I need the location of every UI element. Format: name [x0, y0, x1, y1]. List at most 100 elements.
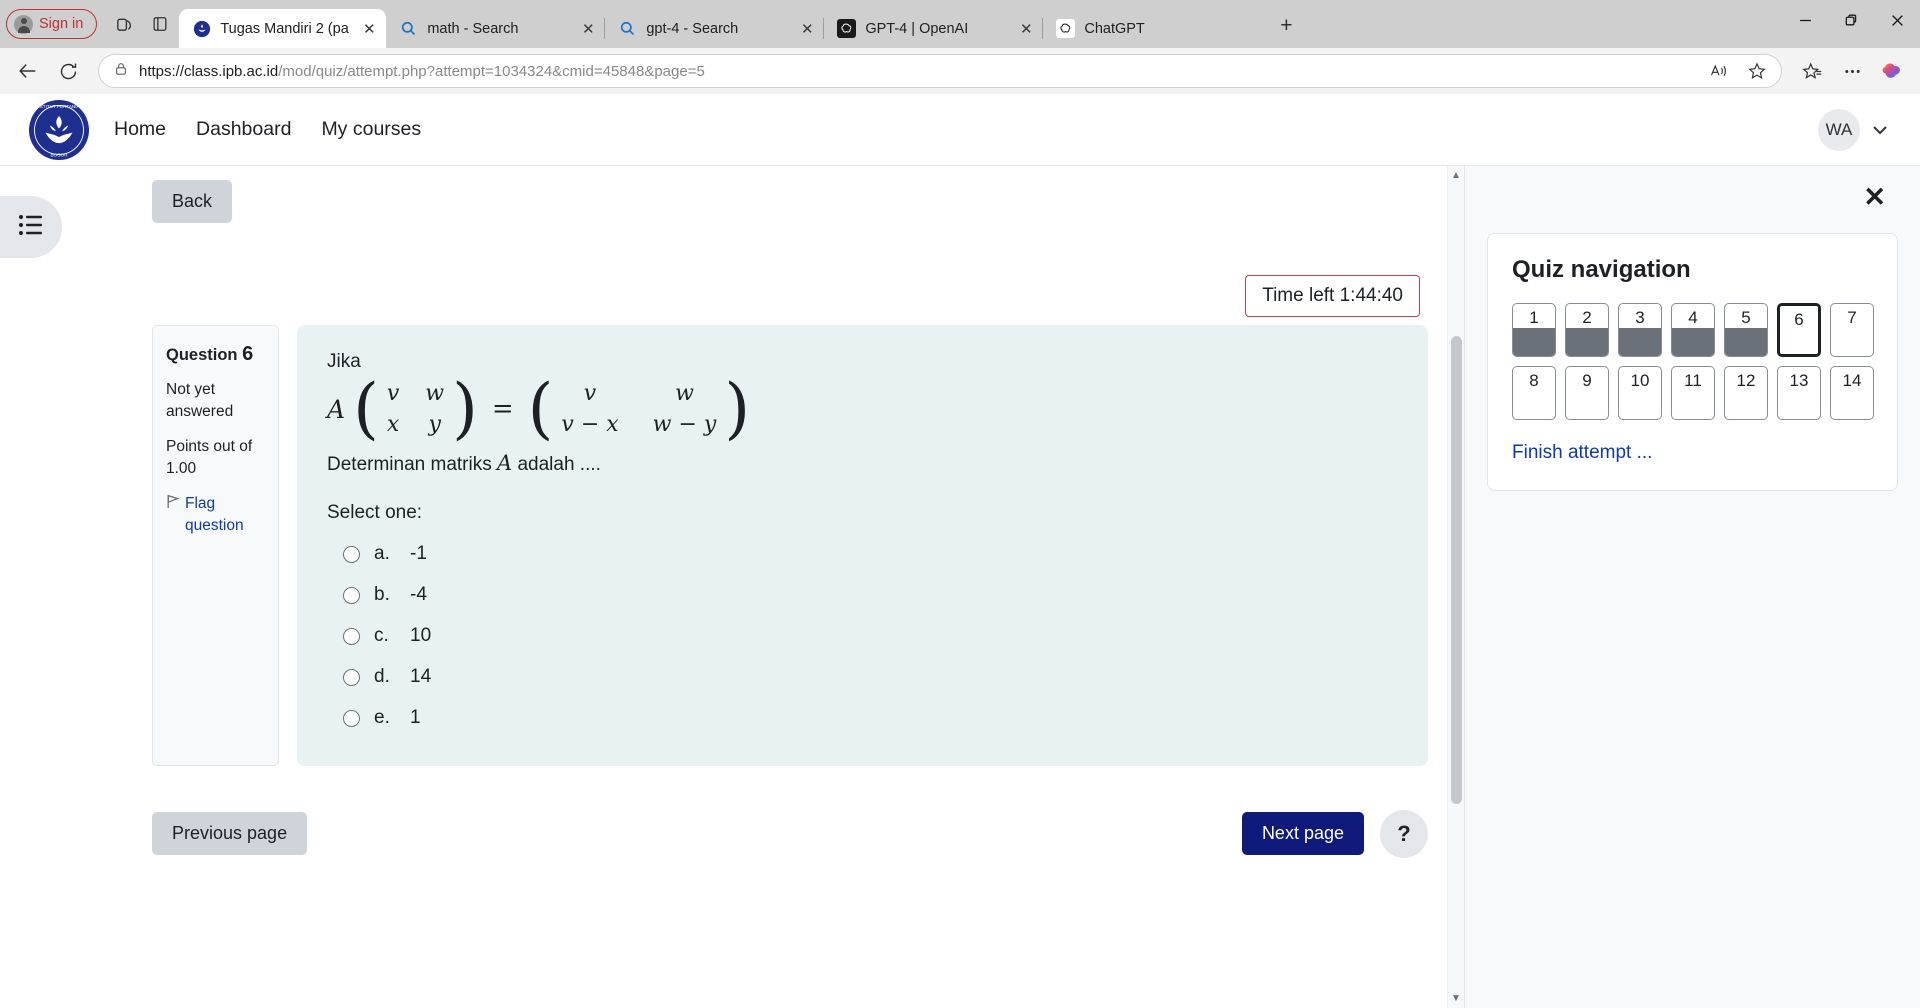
matrix-left-r1c1: y [428, 412, 441, 437]
svg-text:BOGOR: BOGOR [50, 152, 68, 157]
quiz-nav-q9-label: 9 [1582, 371, 1592, 390]
tab-close-1[interactable]: ✕ [577, 18, 599, 40]
new-tab-button[interactable]: + [1270, 10, 1302, 42]
tab-4[interactable]: ChatGPT [1043, 9, 1262, 48]
answer-option-a[interactable]: a. -1 [327, 538, 1398, 570]
answer-options: a. -1 b. -4 c. 10 d. 14 e. 1 [327, 538, 1398, 734]
answer-option-e[interactable]: e. 1 [327, 702, 1398, 734]
quiz-nav-q14-label: 14 [1842, 371, 1862, 390]
tail-variable: A [497, 451, 513, 475]
profile-icon [14, 14, 33, 34]
restore-button[interactable] [1828, 0, 1874, 40]
tab-3[interactable]: GPT-4 | OpenAI ✕ [824, 9, 1044, 48]
tab-2[interactable]: gpt-4 - Search ✕ [605, 9, 825, 48]
tab-1[interactable]: math - Search ✕ [386, 9, 606, 48]
reload-icon[interactable] [50, 54, 86, 88]
tab-close-2[interactable]: ✕ [796, 18, 818, 40]
avatar[interactable]: WA [1818, 108, 1860, 151]
radio-c[interactable] [343, 627, 360, 645]
tab-title-2: gpt-4 - Search [646, 20, 739, 37]
next-page-button[interactable]: Next page [1241, 811, 1364, 855]
ipb-logo-icon: INSTITUT PERTANIAN BOGOR [28, 99, 90, 161]
quiz-nav-q4[interactable]: 4 [1671, 303, 1715, 357]
quiz-nav-q8[interactable]: 8 [1512, 366, 1556, 420]
quiz-nav-q3[interactable]: 3 [1618, 303, 1662, 357]
nav-my-courses[interactable]: My courses [319, 114, 423, 145]
back-navigation-icon[interactable] [10, 54, 46, 88]
radio-b[interactable] [343, 586, 360, 604]
quiz-nav-q14[interactable]: 14 [1830, 366, 1874, 420]
close-window-button[interactable] [1874, 0, 1920, 40]
vertical-tabs-icon[interactable] [143, 7, 177, 41]
minimize-button[interactable] [1782, 0, 1828, 40]
nav-dashboard[interactable]: Dashboard [194, 114, 293, 145]
quiz-attempt-area: Back Time left 1:44:40 Question 6 Not ye… [0, 166, 1464, 766]
previous-page-button[interactable]: Previous page [152, 811, 308, 855]
question-number-grid: 1 2 3 4 5 6 7 8 9 10 11 12 13 14 [1512, 303, 1874, 420]
copilot-icon[interactable] [1874, 54, 1910, 88]
answer-letter-c: c. [374, 625, 389, 646]
help-button[interactable]: ? [1380, 810, 1428, 858]
question-number-value: 6 [242, 343, 254, 365]
finish-attempt-link[interactable]: Finish attempt ... [1512, 442, 1652, 464]
tab-close-0[interactable]: ✕ [358, 18, 380, 40]
collections-icon[interactable] [1794, 54, 1830, 88]
tab-title-3: GPT-4 | OpenAI [865, 20, 969, 37]
chevron-down-icon[interactable] [1868, 118, 1892, 142]
bing-search-icon [618, 19, 637, 38]
radio-d[interactable] [343, 668, 360, 686]
favorite-star-icon[interactable] [1739, 54, 1775, 88]
read-aloud-icon[interactable] [1701, 54, 1737, 88]
content-scrollbar[interactable]: ▲ ▼ [1447, 166, 1464, 1008]
quiz-nav-q7[interactable]: 7 [1830, 303, 1874, 357]
question-info-panel: Question 6 Not yet answered Points out o… [152, 325, 279, 766]
tab-close-3[interactable]: ✕ [1015, 18, 1037, 40]
scrollbar-thumb[interactable] [1451, 336, 1462, 804]
tab-0[interactable]: Tugas Mandiri 2 (page ✕ [179, 9, 387, 48]
lock-icon [113, 61, 129, 82]
quiz-nav-q6[interactable]: 6 [1777, 303, 1821, 357]
quiz-nav-q1[interactable]: 1 [1512, 303, 1556, 357]
address-bar[interactable]: https://class.ipb.ac.id/mod/quiz/attempt… [98, 54, 1782, 88]
quiz-nav-q10[interactable]: 10 [1618, 366, 1662, 420]
answer-letter-e: e. [374, 707, 390, 728]
quiz-nav-q7-label: 7 [1847, 308, 1857, 327]
quiz-nav-q11[interactable]: 11 [1671, 366, 1715, 420]
radio-a[interactable] [343, 545, 360, 563]
answer-text-b: -4 [410, 584, 427, 605]
header-user-area: WA [1818, 108, 1892, 151]
sign-in-button[interactable]: Sign in [6, 9, 98, 39]
tail-prefix: Determinan matriks [327, 454, 497, 475]
timer-row: Time left 1:44:40 [152, 275, 1428, 317]
quiz-nav-q2[interactable]: 2 [1565, 303, 1609, 357]
answer-option-c[interactable]: c. 10 [327, 620, 1398, 652]
close-drawer-button[interactable]: ✕ [1863, 184, 1886, 211]
openai-light-icon [1056, 19, 1076, 38]
quiz-nav-q3-label: 3 [1635, 308, 1645, 327]
matrix-left-r0c1: w [425, 381, 445, 406]
tab-search-icon[interactable] [107, 7, 141, 41]
flag-question-label: Flag question [185, 495, 244, 535]
sign-in-label: Sign in [39, 16, 84, 32]
open-course-index-drawer-button[interactable] [0, 196, 62, 258]
answer-option-b[interactable]: b. -4 [327, 579, 1398, 611]
quiz-nav-q13[interactable]: 13 [1777, 366, 1821, 420]
scroll-down-icon[interactable]: ▼ [1451, 993, 1461, 1004]
main-navigation: Home Dashboard My courses [112, 114, 423, 145]
quiz-nav-q9[interactable]: 9 [1565, 366, 1609, 420]
more-options-icon[interactable] [1834, 54, 1870, 88]
flag-question-button[interactable]: Flag question [166, 493, 265, 537]
quiz-nav-q2-label: 2 [1582, 308, 1592, 327]
answer-option-d[interactable]: d. 14 [327, 661, 1398, 693]
page-navigation-buttons: Previous page Next page ? [0, 766, 1464, 858]
url-path: /mod/quiz/attempt.php?attempt=1034324&cm… [278, 62, 705, 80]
back-button[interactable]: Back [152, 180, 233, 223]
nav-home[interactable]: Home [112, 114, 168, 145]
quiz-nav-q5[interactable]: 5 [1724, 303, 1768, 357]
radio-e[interactable] [343, 709, 360, 727]
quiz-nav-q12[interactable]: 12 [1724, 366, 1768, 420]
scroll-up-icon[interactable]: ▲ [1451, 170, 1461, 181]
browser-toolbar: https://class.ipb.ac.id/mod/quiz/attempt… [0, 48, 1920, 94]
matrix-equation: A ( v w x y ) = (v w v − x w − y) [327, 376, 1398, 441]
quiz-nav-q6-label: 6 [1794, 310, 1804, 329]
